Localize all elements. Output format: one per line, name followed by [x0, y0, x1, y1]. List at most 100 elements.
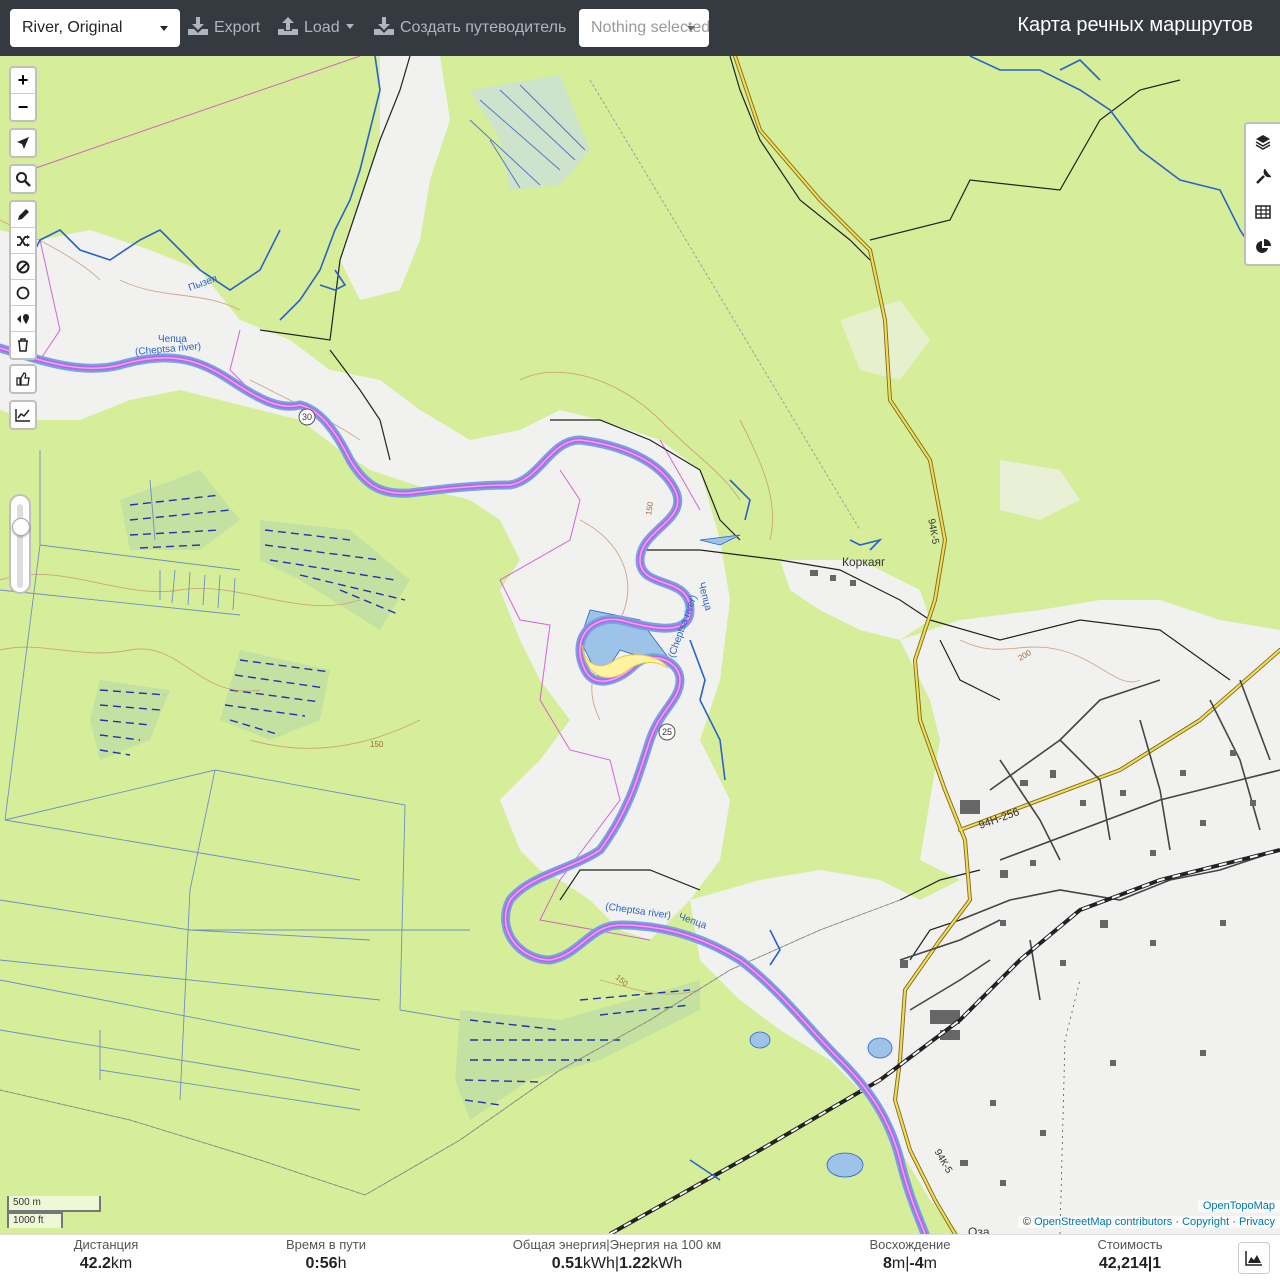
search-button[interactable] [11, 166, 35, 192]
pie-chart-icon [1256, 238, 1271, 253]
edit-toolbar [9, 200, 37, 360]
statistics-button[interactable] [1246, 229, 1280, 264]
stat-energy-per100: 1.22 [619, 1255, 651, 1272]
stat-travel-time-value: 0:56 [305, 1255, 338, 1272]
chevron-down-icon [345, 24, 354, 29]
stat-energy-per100-unit: kWh [650, 1255, 683, 1272]
stat-ascent: Восхождение 8m|-4m [850, 1237, 970, 1275]
tile-provider[interactable]: OpenTopoMap [1203, 1200, 1275, 1212]
feedback-button[interactable] [11, 366, 35, 392]
privacy-link[interactable]: Privacy [1239, 1216, 1275, 1228]
stat-energy-label: Общая энергия|Энергия на 100 км [512, 1237, 722, 1252]
layers-button[interactable] [1246, 124, 1280, 159]
locate-button[interactable] [11, 130, 35, 156]
area-chart-icon [1245, 1251, 1262, 1266]
stat-ascent-up-unit: m [891, 1255, 906, 1272]
create-guide-button[interactable]: Создать путеводитель [374, 9, 566, 47]
stat-energy-total: 0.51 [551, 1255, 583, 1272]
stat-travel-time: Время в пути 0:56h [266, 1237, 386, 1275]
slider-handle[interactable] [12, 518, 30, 536]
attribution-separator: · [1175, 1216, 1179, 1228]
stat-distance-unit: km [110, 1255, 133, 1272]
create-guide-label: Создать путеводитель [400, 19, 567, 36]
wrench-icon [1256, 168, 1271, 184]
chart-line-icon [15, 409, 30, 422]
draw-route-button[interactable] [11, 202, 35, 228]
download-icon [188, 17, 208, 35]
top-navbar: River, Original Export Load Создать путе… [0, 0, 1280, 56]
app-title: Карта речных маршрутов [1017, 14, 1253, 36]
settings-button[interactable] [1246, 159, 1280, 194]
attribution: © OpenStreetMap contributors · Copyright… [1017, 1216, 1280, 1228]
export-label: Export [214, 19, 261, 36]
stat-travel-time-label: Время в пути [286, 1237, 366, 1252]
elevation-chart-button[interactable] [1238, 1242, 1270, 1274]
profile-select-value: River, Original [22, 19, 123, 36]
stat-ascent-down: -4 [909, 1255, 924, 1272]
table-icon [1255, 204, 1271, 219]
contour-label: 150 [370, 740, 384, 749]
locate-arrow-icon [17, 137, 29, 149]
stat-ascent-down-unit: m [923, 1255, 937, 1272]
stat-energy-total-unit: kWh [582, 1255, 615, 1272]
thumbs-up-icon [16, 372, 30, 386]
map-canvas[interactable]: Пызеп Чепца (Cheptsa river) Коркаяг Чепц… [0, 56, 1280, 1234]
stat-distance: Дистанция 42.2km [56, 1237, 156, 1275]
topographic-map [0, 56, 1280, 1234]
zoom-out-button[interactable]: − [11, 94, 35, 120]
scale-bar-metric: 500 m [7, 1196, 101, 1212]
upload-icon [278, 17, 298, 35]
km-marker-30: 30 [302, 412, 313, 422]
stat-cost-value: 42,214|1 [1098, 1255, 1162, 1272]
km-marker-25: 25 [662, 727, 673, 737]
circle-icon [16, 286, 30, 299]
add-nogo-area-button[interactable] [11, 280, 35, 306]
download-icon [374, 17, 394, 35]
scale-bar-imperial: 1000 ft [7, 1212, 63, 1228]
copyright-symbol: © [1022, 1216, 1032, 1228]
profile-select[interactable]: River, Original [10, 9, 180, 47]
copyright-link[interactable]: Copyright [1182, 1216, 1229, 1228]
shuffle-icon [17, 234, 30, 247]
stat-cost: Стоимость 42,214|1 [1075, 1237, 1185, 1275]
delete-route-button[interactable] [11, 332, 35, 358]
zoom-in-button[interactable]: + [11, 68, 35, 94]
zoom-control: + − [9, 66, 37, 122]
trash-icon [18, 338, 28, 352]
route-stats-bar: Дистанция 42.2km Время в пути 0:56h Обща… [0, 1234, 1280, 1280]
tile-provider-link[interactable]: OpenTopoMap [1197, 1200, 1280, 1212]
reverse-marker-icon [17, 313, 29, 324]
elevation-control [9, 400, 37, 430]
route-selection-dropdown[interactable]: Nothing selected [579, 9, 709, 47]
map-label-korkayag: Коркаяг [842, 555, 886, 569]
reroute-button[interactable] [11, 228, 35, 254]
locate-control [9, 128, 37, 158]
stat-distance-value: 42.2 [79, 1255, 111, 1272]
stat-travel-time-unit: h [337, 1255, 347, 1272]
stat-distance-label: Дистанция [73, 1237, 139, 1252]
feedback-control [9, 364, 37, 394]
export-button[interactable]: Export [188, 9, 260, 47]
reverse-route-button[interactable] [11, 306, 35, 332]
ban-icon [16, 260, 30, 273]
stat-ascent-up: 8 [883, 1255, 892, 1272]
slider-track [17, 504, 23, 588]
load-button[interactable]: Load [278, 9, 354, 47]
chevron-down-icon [687, 26, 695, 31]
search-icon [16, 172, 31, 187]
search-control [9, 164, 37, 194]
attribution-separator: · [1232, 1216, 1236, 1228]
stat-energy: Общая энергия|Энергия на 100 км 0.51kWh|… [497, 1237, 737, 1275]
elevation-profile-button[interactable] [11, 402, 35, 428]
stat-cost-label: Стоимость [1097, 1237, 1163, 1252]
opacity-slider[interactable] [9, 494, 31, 594]
data-table-button[interactable] [1246, 194, 1280, 229]
right-toolbar [1244, 122, 1280, 266]
osm-contributors-link[interactable]: OpenStreetMap contributors [1034, 1216, 1172, 1228]
load-label: Load [304, 19, 340, 36]
stat-ascent-label: Восхождение [869, 1237, 951, 1252]
chevron-down-icon [160, 26, 168, 31]
delete-nogo-button[interactable] [11, 254, 35, 280]
layers-icon [1255, 134, 1271, 150]
pencil-icon [18, 208, 29, 220]
